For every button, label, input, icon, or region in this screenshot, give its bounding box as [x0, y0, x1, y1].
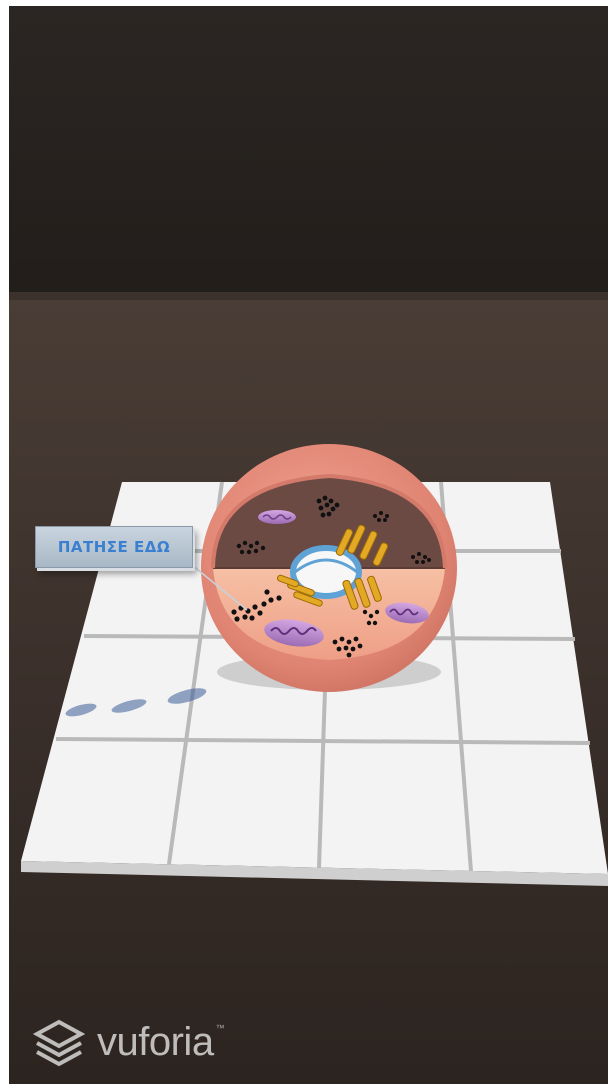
- vuforia-logo-icon: [33, 1019, 85, 1067]
- vuforia-watermark: vuforia ™: [33, 1014, 235, 1070]
- tap-here-button[interactable]: ΠΑΤΗΣΕ ΕΔΩ: [35, 526, 193, 568]
- wall-backdrop: [9, 6, 608, 306]
- vuforia-brand-text: vuforia: [97, 1019, 214, 1064]
- tap-here-label: ΠΑΤΗΣΕ ΕΔΩ: [57, 538, 171, 556]
- trademark-symbol: ™: [215, 1023, 225, 1033]
- animal-cell-model[interactable]: [201, 444, 457, 692]
- camera-view: ΠΑΤΗΣΕ ΕΔΩ vuforia ™: [9, 6, 608, 1084]
- mitochondrion: [258, 510, 296, 524]
- table-edge: [9, 292, 608, 300]
